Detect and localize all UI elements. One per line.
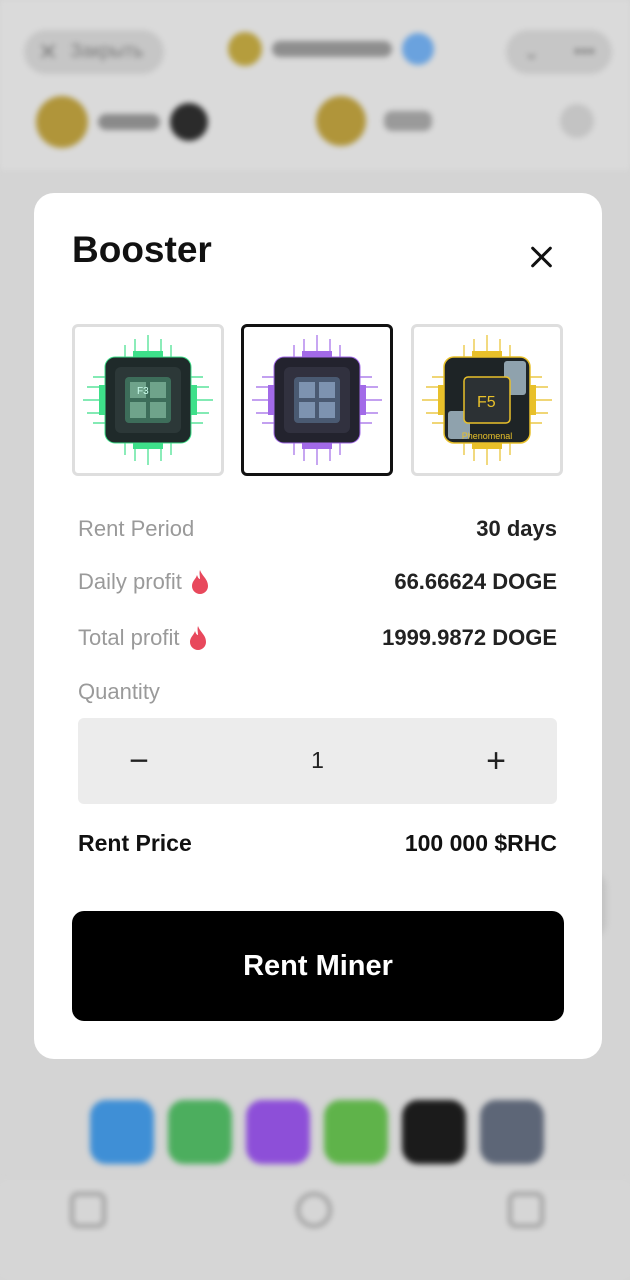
chip-f4-icon [252,335,382,465]
tab-friends[interactable] [296,1192,332,1238]
chevron-down-icon[interactable]: ⌄ [523,40,540,65]
social-x-icon[interactable] [402,1100,466,1164]
rent-price-value: 100 000 $RHC [404,830,557,856]
close-icon[interactable] [526,241,558,273]
daily-profit-value: 66.66624 DOGE [394,569,557,594]
social-links [90,1100,544,1164]
friends-icon [296,1192,332,1228]
balance-row [36,96,208,148]
booster-tile-f4[interactable] [241,324,393,476]
close-app-label: Закрыть [70,41,144,62]
brand-name-blurred [272,41,392,57]
tasks-icon [508,1192,544,1228]
booster-tile-f5[interactable]: F5 Phenomenal [411,324,563,476]
brand-logo [228,32,262,66]
balance-blurred [98,114,160,130]
dark-coin-icon [170,103,208,141]
svg-text:Phenomenal: Phenomenal [462,431,513,441]
rent-price-label: Rent Price [78,830,192,856]
svg-text:F3: F3 [137,386,149,397]
tab-tasks[interactable] [508,1192,544,1238]
coin-icon [316,96,366,146]
social-telegram-icon[interactable] [90,1100,154,1164]
close-icon: ✕ [38,38,59,66]
total-profit-label: Total profit [78,625,180,650]
booster-modal: Booster F3 F5 Phenomenal Rent Period 30 … [34,193,602,1059]
verified-badge-icon [402,33,434,65]
booster-tile-f3[interactable]: F3 [72,324,224,476]
bottom-tab-bar [0,1180,630,1280]
tab-home[interactable] [70,1192,106,1238]
svg-text:F5: F5 [477,394,496,411]
close-app-button[interactable]: ✕ Закрыть [24,30,164,74]
secondary-balance [316,96,432,146]
increment-button[interactable]: + [451,718,541,804]
social-instagram-icon[interactable] [246,1100,310,1164]
coin-icon [36,96,88,148]
settings-icon[interactable] [560,104,594,138]
chip-f5-icon: F5 Phenomenal [422,335,552,465]
daily-profit-label: Daily profit [78,569,182,594]
more-dots-icon[interactable]: ••• [574,41,595,64]
modal-title: Booster [72,229,212,270]
rent-miner-button[interactable]: Rent Miner [72,911,564,1021]
total-profit-value: 1999.9872 DOGE [382,625,557,650]
daily-profit-row-label: Daily profit [78,569,210,595]
app-menu-pill[interactable]: ⌄ ••• [506,30,612,74]
home-icon [70,1192,106,1228]
app-brand [228,32,434,66]
rent-period-value: 30 days [476,516,557,541]
secondary-balance-blurred [384,111,432,131]
social-wechat-icon[interactable] [324,1100,388,1164]
chip-f3-icon: F3 [83,335,213,465]
social-chat-icon[interactable] [168,1100,232,1164]
total-profit-row-label: Total profit [78,625,208,651]
quantity-stepper: − 1 + [78,718,557,804]
flame-icon [189,626,206,650]
social-link-icon[interactable] [480,1100,544,1164]
rent-period-label: Rent Period [78,516,195,541]
flame-icon [191,570,208,594]
quantity-label: Quantity [78,679,160,704]
